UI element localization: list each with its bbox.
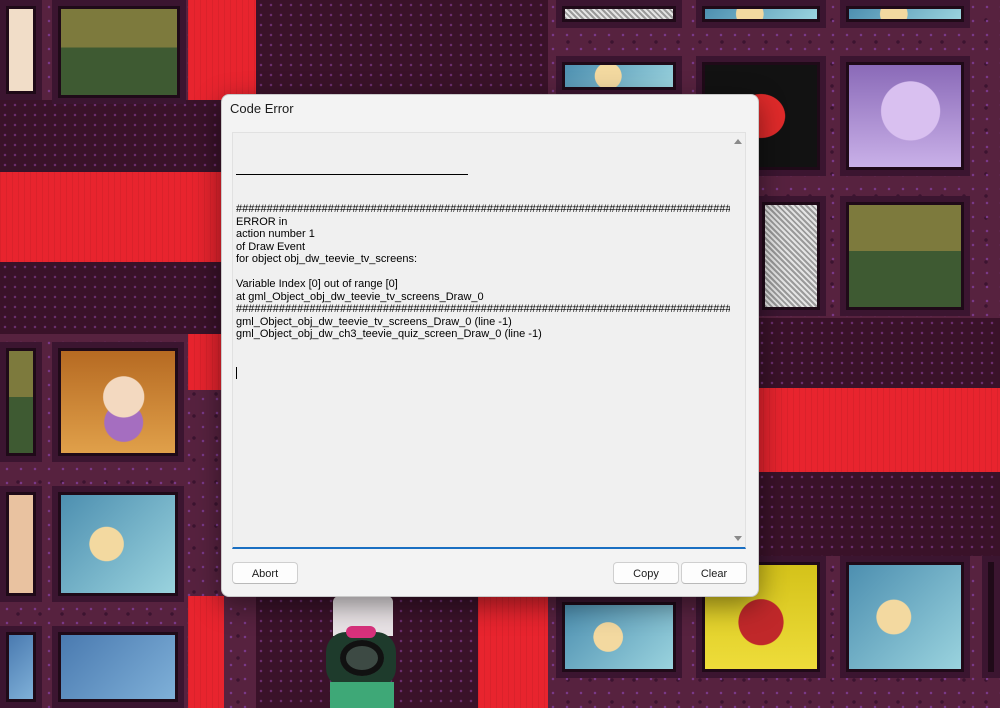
tv-screen-tile	[52, 342, 184, 462]
tv-screen-tile	[0, 626, 42, 708]
tv-screen-tile	[982, 556, 1000, 678]
copy-button[interactable]: Copy	[613, 562, 679, 584]
pattern-strip	[757, 472, 1000, 556]
red-pillar	[478, 596, 548, 708]
error-lines: ########################################…	[236, 203, 730, 341]
pattern-strip	[757, 318, 1000, 388]
error-text: ########################################…	[236, 149, 730, 404]
dialog-title-bar[interactable]: Code Error	[222, 95, 758, 125]
error-line: action number 1	[236, 228, 315, 240]
tv-screen-tile	[696, 0, 826, 28]
tv-screen-tile	[52, 626, 184, 708]
error-line: at gml_Object_obj_dw_teevie_tv_screens_D…	[236, 290, 484, 303]
tv-screen-tile	[840, 56, 970, 176]
pattern-strip	[0, 262, 222, 334]
error-line: of Draw Event	[236, 240, 306, 253]
tv-screen-tile	[0, 486, 42, 602]
error-line	[236, 266, 730, 279]
pattern-strip	[256, 0, 548, 94]
error-text-area[interactable]: ########################################…	[232, 132, 746, 549]
tv-screen-tile	[0, 0, 42, 100]
character-body	[330, 682, 394, 708]
code-error-dialog: Code Error #############################…	[221, 94, 759, 597]
tv-screen-tile	[52, 0, 186, 104]
tv-screen-tile	[756, 196, 826, 316]
vertical-scrollbar[interactable]	[731, 133, 745, 547]
scroll-down-arrow-icon[interactable]	[734, 536, 742, 541]
tv-screen-tile	[556, 0, 682, 28]
separator-line	[236, 174, 468, 175]
red-band	[757, 388, 1000, 472]
error-line: gml_Object_obj_dw_ch3_teevie_quiz_screen…	[236, 328, 542, 340]
character-face	[340, 640, 384, 676]
tv-screen-tile	[840, 556, 970, 678]
tv-screen-tile	[0, 342, 42, 462]
clear-button[interactable]: Clear	[681, 562, 747, 584]
scroll-up-arrow-icon[interactable]	[734, 139, 742, 144]
tv-screen-tile	[840, 196, 970, 316]
pattern-strip	[0, 100, 222, 172]
text-caret	[236, 366, 237, 379]
tv-screen-tile	[52, 486, 184, 602]
abort-button[interactable]: Abort	[232, 562, 298, 584]
character-bow	[346, 626, 376, 638]
error-line: ########################################…	[236, 203, 730, 215]
tv-screen-tile	[840, 0, 970, 28]
red-pillar	[188, 596, 224, 708]
error-line: gml_Object_obj_dw_teevie_tv_screens_Draw…	[236, 315, 512, 328]
error-line: ERROR in	[236, 215, 288, 228]
error-line: for object obj_dw_teevie_tv_screens:	[236, 253, 417, 265]
error-line: ########################################…	[236, 303, 730, 315]
red-band	[0, 172, 222, 262]
tv-screen-tile	[556, 56, 682, 96]
tv-screen-tile	[556, 596, 682, 678]
dialog-title: Code Error	[230, 101, 294, 116]
red-pillar	[188, 0, 256, 100]
error-line: Variable Index [0] out of range [0]	[236, 278, 398, 290]
red-band	[188, 330, 222, 390]
